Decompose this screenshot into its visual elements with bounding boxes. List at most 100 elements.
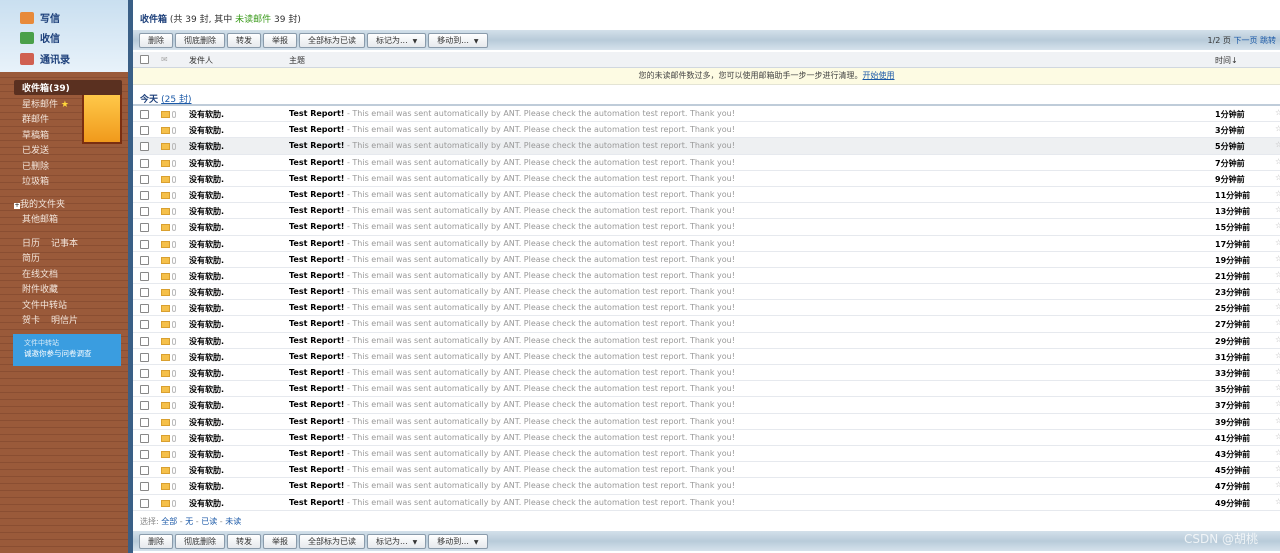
email-row[interactable]: 没有软肋. Test Report! - This email was sent… <box>133 236 1280 252</box>
column-time[interactable]: 时间↓ <box>1215 55 1238 66</box>
mark-all-read-button[interactable]: 全部标为已读 <box>299 32 365 48</box>
star-icon[interactable]: ☆ <box>1275 238 1280 247</box>
sidebar-item-inbox[interactable]: 收件箱(39) <box>14 80 122 95</box>
move-to-dropdown[interactable]: 移动到... ▼ <box>428 533 488 549</box>
star-icon[interactable]: ☆ <box>1275 351 1280 360</box>
row-checkbox[interactable] <box>140 190 149 200</box>
row-checkbox[interactable] <box>140 498 149 508</box>
select-none-link[interactable]: 无 <box>185 517 193 526</box>
email-row[interactable]: 没有软肋. Test Report! - This email was sent… <box>133 430 1280 446</box>
email-row[interactable]: 没有软肋. Test Report! - This email was sent… <box>133 495 1280 511</box>
sidebar-item-calendar[interactable]: 日历 <box>22 236 40 249</box>
row-checkbox[interactable] <box>140 174 149 184</box>
star-icon[interactable]: ☆ <box>1275 383 1280 392</box>
email-row[interactable]: 没有软肋. Test Report! - This email was sent… <box>133 122 1280 139</box>
row-checkbox[interactable] <box>140 466 149 476</box>
email-row[interactable]: 没有软肋. Test Report! - This email was sent… <box>133 155 1280 171</box>
star-icon[interactable]: ☆ <box>1275 464 1280 473</box>
email-row[interactable]: 没有软肋. Test Report! - This email was sent… <box>133 203 1280 220</box>
sidebar-item-deleted[interactable]: 已删除 <box>22 159 49 172</box>
star-icon[interactable]: ☆ <box>1275 416 1280 425</box>
row-checkbox[interactable] <box>140 304 149 314</box>
email-row[interactable]: 没有软肋. Test Report! - This email was sent… <box>133 381 1280 398</box>
forward-button[interactable]: 转发 <box>227 32 261 48</box>
column-subject[interactable]: 主题 <box>289 55 305 66</box>
email-row[interactable]: 没有软肋. Test Report! - This email was sent… <box>133 365 1280 382</box>
row-checkbox[interactable] <box>140 401 149 411</box>
star-icon[interactable]: ☆ <box>1275 399 1280 408</box>
report-button[interactable]: 举报 <box>263 32 297 48</box>
row-checkbox[interactable] <box>140 417 149 427</box>
email-row[interactable]: 没有软肋. Test Report! - This email was sent… <box>133 138 1280 155</box>
mark-as-dropdown[interactable]: 标记为... ▼ <box>367 32 427 48</box>
row-checkbox[interactable] <box>140 369 149 378</box>
perm-delete-button[interactable]: 彻底删除 <box>175 533 225 549</box>
jump-link[interactable]: 跳转 <box>1260 36 1276 45</box>
email-row[interactable]: 没有软肋. Test Report! - This email was sent… <box>133 414 1280 430</box>
sidebar-item-trash[interactable]: 垃圾箱 <box>22 174 49 187</box>
star-icon[interactable]: ☆ <box>1275 124 1280 133</box>
email-row[interactable]: 没有软肋. Test Report! - This email was sent… <box>133 333 1280 349</box>
sidebar-item-cards[interactable]: 贺卡 <box>22 313 40 326</box>
row-checkbox[interactable] <box>140 207 149 217</box>
star-icon[interactable]: ☆ <box>1275 432 1280 441</box>
email-row[interactable]: 没有软肋. Test Report! - This email was sent… <box>133 187 1280 204</box>
delete-button[interactable]: 删除 <box>139 533 173 549</box>
star-icon[interactable]: ☆ <box>1275 335 1280 344</box>
email-row[interactable]: 没有软肋. Test Report! - This email was sent… <box>133 478 1280 495</box>
sidebar-item-docs[interactable]: 在线文档 <box>22 267 58 280</box>
start-using-link[interactable]: 开始使用 <box>863 71 895 80</box>
mark-as-dropdown[interactable]: 标记为... ▼ <box>367 533 427 549</box>
row-checkbox[interactable] <box>140 223 149 233</box>
row-checkbox[interactable] <box>140 336 149 346</box>
select-unread-link[interactable]: 未读 <box>225 517 241 526</box>
row-checkbox[interactable] <box>140 110 149 119</box>
email-row[interactable]: 没有软肋. Test Report! - This email was sent… <box>133 349 1280 365</box>
star-icon[interactable]: ☆ <box>1275 286 1280 295</box>
star-icon[interactable]: ☆ <box>1275 140 1280 149</box>
select-read-link[interactable]: 已读 <box>201 517 217 526</box>
star-icon[interactable]: ☆ <box>1275 205 1280 214</box>
compose-button[interactable]: 写信 <box>20 10 60 25</box>
column-sender[interactable]: 发件人 <box>189 55 213 66</box>
row-checkbox[interactable] <box>140 288 149 298</box>
row-checkbox[interactable] <box>140 158 149 168</box>
star-icon[interactable]: ☆ <box>1275 367 1280 376</box>
delete-button[interactable]: 删除 <box>139 32 173 48</box>
mark-all-read-button[interactable]: 全部标为已读 <box>299 533 365 549</box>
sidebar-item-other-mail[interactable]: 其他邮箱 <box>22 212 58 225</box>
row-checkbox[interactable] <box>140 482 149 492</box>
survey-banner[interactable]: 文件中转站 诚邀你参与问卷调查 <box>13 334 121 366</box>
sidebar-item-drafts[interactable]: 草稿箱 <box>22 128 49 141</box>
email-row[interactable]: 没有软肋. Test Report! - This email was sent… <box>133 106 1280 123</box>
email-row[interactable]: 没有软肋. Test Report! - This email was sent… <box>133 446 1280 463</box>
email-row[interactable]: 没有软肋. Test Report! - This email was sent… <box>133 300 1280 317</box>
row-checkbox[interactable] <box>140 385 149 395</box>
sidebar-item-postcards[interactable]: 明信片 <box>51 313 78 326</box>
row-checkbox[interactable] <box>140 239 149 249</box>
star-icon[interactable]: ☆ <box>1275 318 1280 327</box>
sidebar-item-transfer[interactable]: 文件中转站 <box>22 298 67 311</box>
star-icon[interactable]: ☆ <box>1275 270 1280 279</box>
email-row[interactable]: 没有软肋. Test Report! - This email was sent… <box>133 171 1280 187</box>
email-row[interactable]: 没有软肋. Test Report! - This email was sent… <box>133 252 1280 268</box>
receive-button[interactable]: 收信 <box>20 30 60 45</box>
star-icon[interactable]: ☆ <box>1275 189 1280 198</box>
star-icon[interactable]: ☆ <box>1275 157 1280 166</box>
sidebar-item-my-folders[interactable]: +我的文件夹 <box>14 197 65 210</box>
next-page-link[interactable]: 下一页 <box>1233 36 1257 45</box>
email-row[interactable]: 没有软肋. Test Report! - This email was sent… <box>133 397 1280 414</box>
email-row[interactable]: 没有软肋. Test Report! - This email was sent… <box>133 316 1280 333</box>
email-row[interactable]: 没有软肋. Test Report! - This email was sent… <box>133 268 1280 285</box>
star-icon[interactable]: ☆ <box>1275 221 1280 230</box>
contacts-button[interactable]: 通讯录 <box>20 51 70 66</box>
sidebar-item-notes[interactable]: 记事本 <box>51 236 78 249</box>
star-icon[interactable]: ☆ <box>1275 173 1280 182</box>
star-icon[interactable]: ☆ <box>1275 302 1280 311</box>
select-all-checkbox[interactable] <box>140 55 149 64</box>
unread-label[interactable]: 未读邮件 <box>235 15 271 25</box>
report-button[interactable]: 举报 <box>263 533 297 549</box>
star-icon[interactable]: ☆ <box>1275 497 1280 506</box>
star-icon[interactable]: ☆ <box>1275 254 1280 263</box>
move-to-dropdown[interactable]: 移动到... ▼ <box>428 32 488 48</box>
